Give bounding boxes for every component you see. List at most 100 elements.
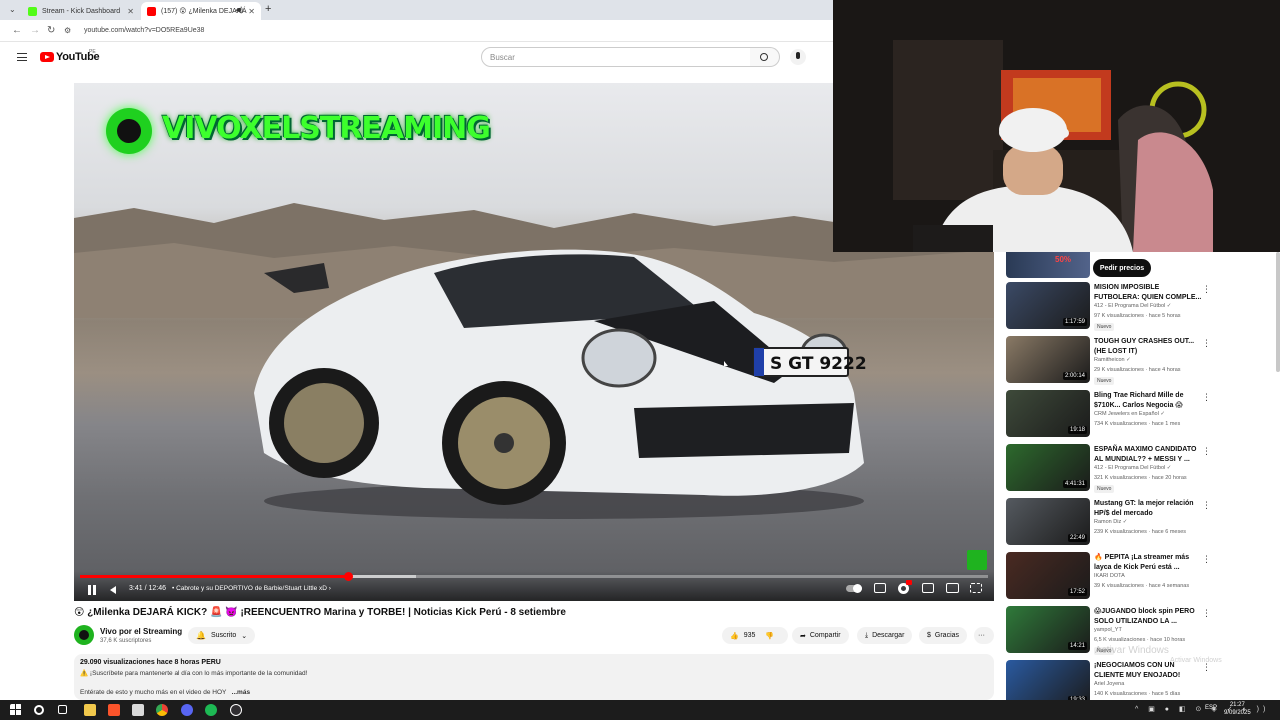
keyboard-language[interactable]: ESP [1205,705,1217,711]
recommended-video[interactable]: 19:18 Bling Trae Richard Mille de $710K..… [1006,390,1276,440]
search-button[interactable] [750,47,780,67]
progress-scrubber[interactable] [343,572,353,581]
more-options-icon[interactable]: ⋮ [1202,284,1211,295]
obs-icon[interactable] [230,704,242,716]
back-arrow-icon[interactable]: ← [12,25,22,36]
recommended-video-channel[interactable]: 412 - El Programa Del Fútbol ✓ [1094,465,1171,471]
search-input[interactable]: Buscar [481,47,751,67]
recommended-video[interactable]: 1:17:59 MISION IMPOSIBLE FUTBOLERA: QUIEN… [1006,282,1276,332]
site-info-icon[interactable]: ⚙ [64,26,71,35]
spotify-icon[interactable] [205,704,217,716]
dislike-icon[interactable]: 👎 [765,632,774,640]
tab-kick-dashboard[interactable]: Stream - Kick Dashboard ✕ [22,2,140,20]
video-thumbnail[interactable]: 22:49 [1006,498,1090,545]
video-thumbnail[interactable]: 4:41:31 [1006,444,1090,491]
url-bar[interactable]: youtube.com/watch?v=DO5REa9Ue38 [76,23,816,39]
recommended-video[interactable]: 22:49 Mustang GT: la mejor relación HP/$ … [1006,498,1276,548]
channel-avatar[interactable] [74,625,94,645]
progress-bar[interactable] [80,572,988,581]
video-thumbnail[interactable]: 14:21 [1006,606,1090,653]
reload-icon[interactable]: ↻ [47,25,55,36]
recommended-video-channel[interactable]: Ariel Joyena [1094,681,1124,687]
subscribed-button[interactable]: 🔔 Suscrito ⌄ [188,627,256,644]
autoplay-toggle[interactable] [846,584,862,593]
more-options-icon[interactable]: ⋮ [1202,608,1211,619]
volume-icon[interactable] [110,586,116,594]
chapter-title[interactable]: • Cabrote y su DEPORTIVO de Barbie/Stuar… [172,585,331,592]
recommended-video-channel[interactable]: CRM Jewelers en Español ✓ [1094,411,1165,417]
recommended-video-channel[interactable]: yampol_YT [1094,627,1122,633]
sidebar-scrollbar[interactable] [1276,252,1280,372]
download-button[interactable]: ⤓ Descargar [857,627,913,644]
recommended-video[interactable]: 4:41:31 ESPAÑA MAXIMO CANDIDATO AL MUNDIA… [1006,444,1276,494]
view-count-and-date: 29.090 visualizaciones hace 8 horas PERU [80,659,221,666]
recommended-video-channel[interactable]: 412 - El Programa Del Fútbol ✓ [1094,303,1171,309]
file-explorer-icon[interactable] [84,704,96,716]
windows-start-icon[interactable] [10,704,22,716]
taskbar-clock[interactable]: 21:27 9/09/2025 [1224,701,1251,717]
recommended-video-channel[interactable]: Ramitheicon ✓ [1094,357,1131,363]
recommended-video-title[interactable]: 🔥 PEPITA ¡La streamer más layca de Kick … [1094,553,1206,572]
miniplayer-icon[interactable] [922,583,934,593]
show-more-link[interactable]: ...más [232,689,250,696]
recommended-video-title[interactable]: Bling Trae Richard Mille de $710K... Car… [1094,391,1206,410]
webcam-overlay [833,0,1280,252]
video-duration: 4:41:31 [1062,480,1087,488]
recommended-video-title[interactable]: TOUGH GUY CRASHES OUT... (HE LOST IT) [1094,337,1206,356]
search-taskbar-icon[interactable] [34,705,44,715]
thanks-button[interactable]: $ Gracias [919,627,968,644]
recommended-video[interactable]: 2:00:14 TOUGH GUY CRASHES OUT... (HE LOST… [1006,336,1276,386]
audio-playing-icon[interactable]: ◀) [235,6,243,14]
channel-branding-icon[interactable] [967,550,987,570]
video-thumbnail[interactable]: 1:17:59 [1006,282,1090,329]
more-options-icon[interactable]: ⋮ [1202,500,1211,511]
like-count[interactable]: 935 [744,632,756,639]
recommended-video-title[interactable]: MISION IMPOSIBLE FUTBOLERA: QUIEN COMPLE… [1094,283,1206,302]
calendar-app-icon[interactable] [132,704,144,716]
forward-arrow-icon[interactable]: → [30,25,40,36]
voice-search-button[interactable] [790,49,806,65]
tab-youtube-video[interactable]: (157) 😲 ¿Milenka DEJARÁ ◀) ✕ [141,2,261,20]
task-view-icon[interactable] [58,705,67,714]
recommended-video-channel[interactable]: IKARI DOTA [1094,573,1125,579]
recommended-video-meta: 140 K visualizaciones · hace 5 días [1094,691,1181,697]
close-tab-icon[interactable]: ✕ [127,7,134,16]
ad-thumbnail[interactable] [1006,252,1090,278]
bell-icon: 🔔 [196,631,206,640]
recommended-video-title[interactable]: ESPAÑA MAXIMO CANDIDATO AL MUNDIAL?? + M… [1094,445,1206,464]
chrome-icon[interactable] [156,704,168,716]
close-tab-icon[interactable]: ✕ [248,7,255,16]
tab-list-chevron-icon[interactable]: ⌄ [9,5,16,14]
share-button[interactable]: ➦ Compartir [792,627,849,644]
hamburger-menu-icon[interactable] [17,53,27,61]
more-actions-button[interactable]: ··· [974,627,994,644]
more-options-icon[interactable]: ⋮ [1202,338,1211,349]
like-icon[interactable]: 👍 [730,632,739,640]
recommended-video-title[interactable]: Mustang GT: la mejor relación HP/$ del m… [1094,499,1206,518]
brave-browser-icon[interactable] [108,704,120,716]
mouse-cursor-icon [724,361,728,366]
channel-name[interactable]: Vivo por el Streaming [100,627,182,636]
video-thumbnail[interactable]: 19:18 [1006,390,1090,437]
fullscreen-icon[interactable] [970,583,982,593]
recommended-video-meta: 39 K visualizaciones · hace 4 semanas [1094,583,1190,589]
more-options-icon[interactable]: ⋮ [1202,392,1211,403]
recommended-video-title[interactable]: 😱JUGANDO block spin PERO SOLO UTILIZANDO… [1094,607,1206,626]
theater-mode-icon[interactable] [946,583,959,593]
pause-icon[interactable] [88,585,96,595]
porsche-car: S GT 9222 [254,249,867,519]
new-tab-button[interactable]: + [265,3,271,15]
video-thumbnail[interactable]: 2:00:14 [1006,336,1090,383]
recommended-video-meta: 6,5 K visualizaciones · hace 10 horas [1094,637,1186,643]
discord-icon[interactable] [181,704,193,716]
more-options-icon[interactable]: ⋮ [1202,554,1211,565]
ad-cta-button[interactable]: Pedir precios [1093,259,1151,277]
more-options-icon[interactable]: ⋮ [1202,446,1211,457]
video-thumbnail[interactable]: 17:52 [1006,552,1090,599]
subtitles-icon[interactable] [874,583,886,593]
youtube-favicon-icon [147,6,156,16]
recommended-video-channel[interactable]: Ramon Diz ✓ [1094,519,1127,525]
progress-played [80,575,348,578]
recommended-video[interactable]: 17:52 🔥 PEPITA ¡La streamer más layca de … [1006,552,1276,602]
youtube-logo-icon[interactable] [40,52,54,62]
